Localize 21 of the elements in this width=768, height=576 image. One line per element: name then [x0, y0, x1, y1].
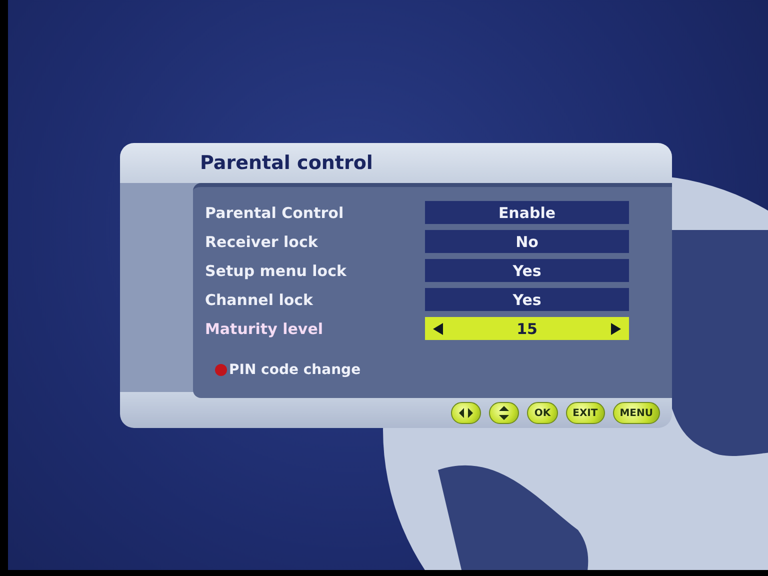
setting-value[interactable]: Enable — [425, 201, 629, 224]
left-triangle-icon — [433, 322, 443, 334]
left-right-key[interactable] — [451, 402, 482, 424]
setting-label: Channel lock — [205, 290, 314, 308]
setting-label: Parental Control — [205, 204, 345, 222]
remote-key[interactable]: MENU — [612, 402, 660, 424]
menu-title: Parental control — [200, 152, 373, 174]
pin-change-option[interactable]: PIN code change — [229, 362, 361, 378]
setting-value[interactable]: 15 — [425, 317, 629, 340]
setting-label: Receiver lock — [205, 232, 319, 250]
setting-value[interactable]: No — [425, 230, 629, 253]
remote-key[interactable]: EXIT — [566, 402, 605, 424]
setting-label: Setup menu lock — [205, 262, 348, 280]
left-right-arrows-icon — [458, 406, 474, 420]
bullet-dot-icon — [215, 364, 227, 376]
remote-key[interactable]: OK — [527, 402, 558, 424]
setting-value[interactable]: Yes — [425, 259, 629, 282]
right-triangle-icon — [611, 322, 621, 334]
setting-label: Maturity level — [205, 320, 324, 338]
up-down-key[interactable] — [489, 402, 520, 424]
setting-value[interactable]: Yes — [425, 288, 629, 311]
